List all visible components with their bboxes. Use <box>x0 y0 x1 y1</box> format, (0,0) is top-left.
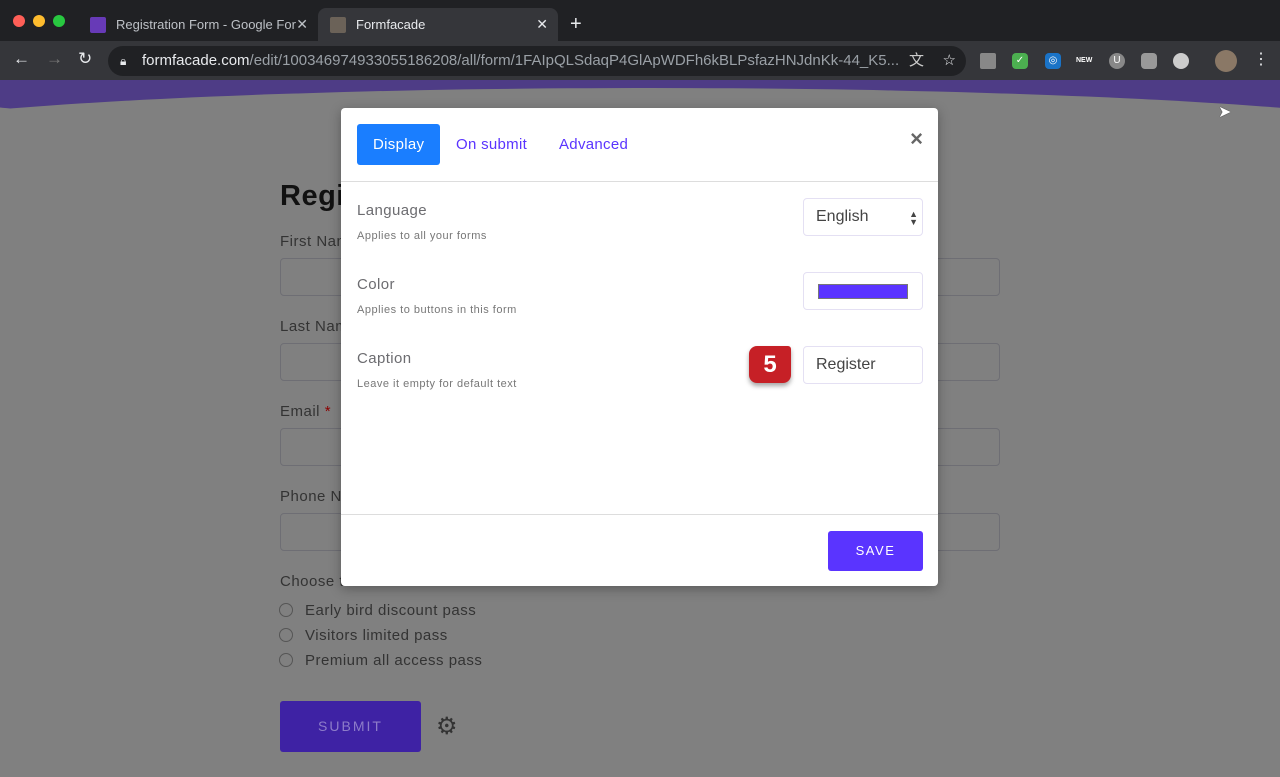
save-button[interactable]: SAVE <box>828 531 923 571</box>
lock-icon: 🔒︎ <box>120 54 127 68</box>
caption-input[interactable]: Register <box>803 346 923 384</box>
divider <box>341 514 938 515</box>
tab-title: Registration Form - Google For <box>116 17 296 32</box>
menu-icon[interactable]: ⋮ <box>1253 49 1269 69</box>
form-title: Regi <box>280 180 345 212</box>
chat-icon[interactable] <box>1141 53 1157 69</box>
mail-icon[interactable]: ✓ <box>1012 53 1028 69</box>
url-host: formfacade.com <box>142 52 250 69</box>
tab-formfacade[interactable]: Formfacade ✕ <box>318 8 558 41</box>
step-badge: 5 <box>749 346 791 383</box>
field-label: First Nam <box>280 233 350 250</box>
tab-bar: Registration Form - Google For ✕ Formfac… <box>0 0 1280 41</box>
divider <box>341 181 938 182</box>
language-value: English <box>816 208 869 225</box>
new-tab-button[interactable]: + <box>570 8 582 41</box>
option-label: Early bird discount pass <box>305 602 477 619</box>
option-label: Visitors limited pass <box>305 627 448 644</box>
required-mark: * <box>324 403 332 420</box>
close-window-button[interactable] <box>13 15 25 27</box>
google-drive-icon[interactable] <box>980 53 996 69</box>
back-icon[interactable]: ← <box>13 49 30 69</box>
color-picker[interactable] <box>803 272 923 310</box>
circle-icon[interactable] <box>1173 53 1189 69</box>
close-tab-icon[interactable]: ✕ <box>296 16 308 33</box>
forward-icon[interactable]: → <box>46 49 63 69</box>
caption-value: Register <box>816 356 876 373</box>
settings-modal: Display On submit Advanced × Language Ap… <box>341 108 938 586</box>
tab-display[interactable]: Display <box>357 124 441 165</box>
language-select[interactable]: English ▲ ▼ <box>803 198 923 236</box>
color-label: Color <box>357 276 395 293</box>
reload-icon[interactable]: ↻ <box>78 49 92 69</box>
question-label: Choose t <box>280 573 345 590</box>
minimize-window-button[interactable] <box>33 15 45 27</box>
mouse-cursor: ➤ <box>1218 104 1232 121</box>
close-tab-icon[interactable]: ✕ <box>536 16 548 33</box>
gear-icon[interactable]: ⚙ <box>436 712 458 741</box>
address-bar[interactable]: 🔒︎ formfacade.com/edit/100346974933055186… <box>108 46 966 76</box>
translate-icon[interactable]: 文 <box>902 46 924 76</box>
language-label: Language <box>357 202 427 219</box>
close-icon[interactable]: × <box>910 126 923 152</box>
submit-button[interactable]: SUBMIT <box>280 701 421 752</box>
color-help: Applies to buttons in this form <box>357 304 517 316</box>
field-label: Phone N <box>280 488 342 505</box>
profile-favicon <box>330 16 346 33</box>
caption-label: Caption <box>357 350 412 367</box>
u-icon[interactable]: U <box>1109 53 1125 69</box>
language-help: Applies to all your forms <box>357 230 487 242</box>
radio-early-bird[interactable] <box>279 603 293 617</box>
tab-on-submit[interactable]: On submit <box>440 124 543 165</box>
radio-visitors[interactable] <box>279 628 293 642</box>
tab-registration-form[interactable]: Registration Form - Google For ✕ <box>78 8 318 41</box>
select-arrows-icon: ▲ ▼ <box>909 209 918 227</box>
caption-help: Leave it empty for default text <box>357 378 517 390</box>
browser-toolbar: ← → ↻ 🔒︎ formfacade.com/edit/100346974933… <box>0 41 1280 80</box>
option-label: Premium all access pass <box>305 652 483 669</box>
bookmark-star-icon[interactable]: ☆ <box>943 46 956 76</box>
radio-premium[interactable] <box>279 653 293 667</box>
compass-icon[interactable]: ◎ <box>1045 53 1061 69</box>
color-swatch <box>818 284 908 299</box>
field-label: Last Nam <box>280 318 349 335</box>
profile-avatar[interactable] <box>1215 50 1237 72</box>
url-path: /edit/100346974933055186208/all/form/1FA… <box>249 52 900 69</box>
tab-advanced[interactable]: Advanced <box>543 124 644 165</box>
google-forms-icon <box>90 16 106 33</box>
tab-title: Formfacade <box>356 17 426 32</box>
maximize-window-button[interactable] <box>53 15 65 27</box>
field-label: Email <box>280 403 321 420</box>
new-icon[interactable]: NEW <box>1076 53 1092 69</box>
